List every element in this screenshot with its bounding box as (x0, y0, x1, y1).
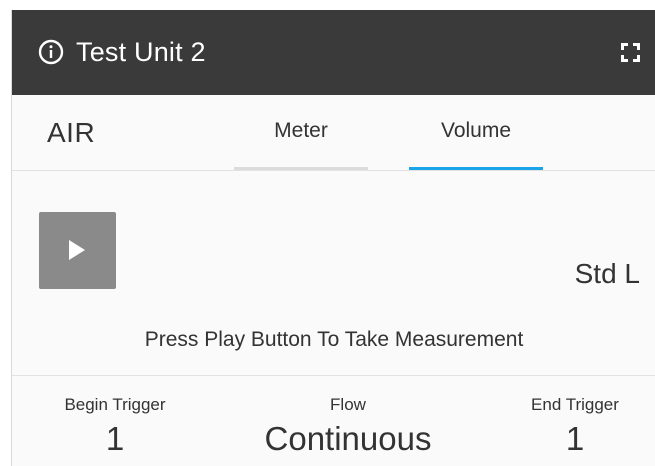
tab-meter-label: Meter (274, 119, 328, 142)
tab-meter[interactable]: Meter (234, 95, 368, 170)
end-trigger-label: End Trigger (531, 395, 619, 414)
begin-trigger-stat: Begin Trigger 1 (40, 394, 190, 457)
divider (12, 375, 655, 376)
fullscreen-expand-icon[interactable] (621, 43, 640, 62)
end-trigger-stat: End Trigger 1 (505, 394, 645, 457)
mode-label: AIR (47, 117, 96, 148)
flow-label: Flow (330, 395, 366, 414)
volume-unit: Std L (574, 258, 640, 289)
tab-bar: AIR Meter Volume (12, 95, 655, 171)
flow-value: Continuous (264, 420, 432, 457)
panel-title: Test Unit 2 (76, 37, 206, 67)
tab-volume-label: Volume (440, 119, 512, 142)
info-icon[interactable] (38, 39, 64, 65)
play-button[interactable] (39, 212, 116, 289)
begin-trigger-value: 1 (105, 420, 125, 457)
begin-trigger-label: Begin Trigger (64, 395, 166, 414)
panel-header: Test Unit 2 (12, 10, 655, 95)
play-icon (69, 240, 85, 260)
end-trigger-value: 1 (565, 420, 585, 457)
flow-stat: Flow Continuous (238, 394, 458, 457)
measurement-hint: Press Play Button To Take Measurement (144, 328, 524, 351)
tab-volume-active-indicator (409, 167, 543, 170)
tab-volume[interactable]: Volume (409, 95, 543, 170)
tab-meter-indicator (234, 167, 368, 170)
device-panel: Test Unit 2 AIR Meter Volume Std L Press… (11, 10, 655, 466)
